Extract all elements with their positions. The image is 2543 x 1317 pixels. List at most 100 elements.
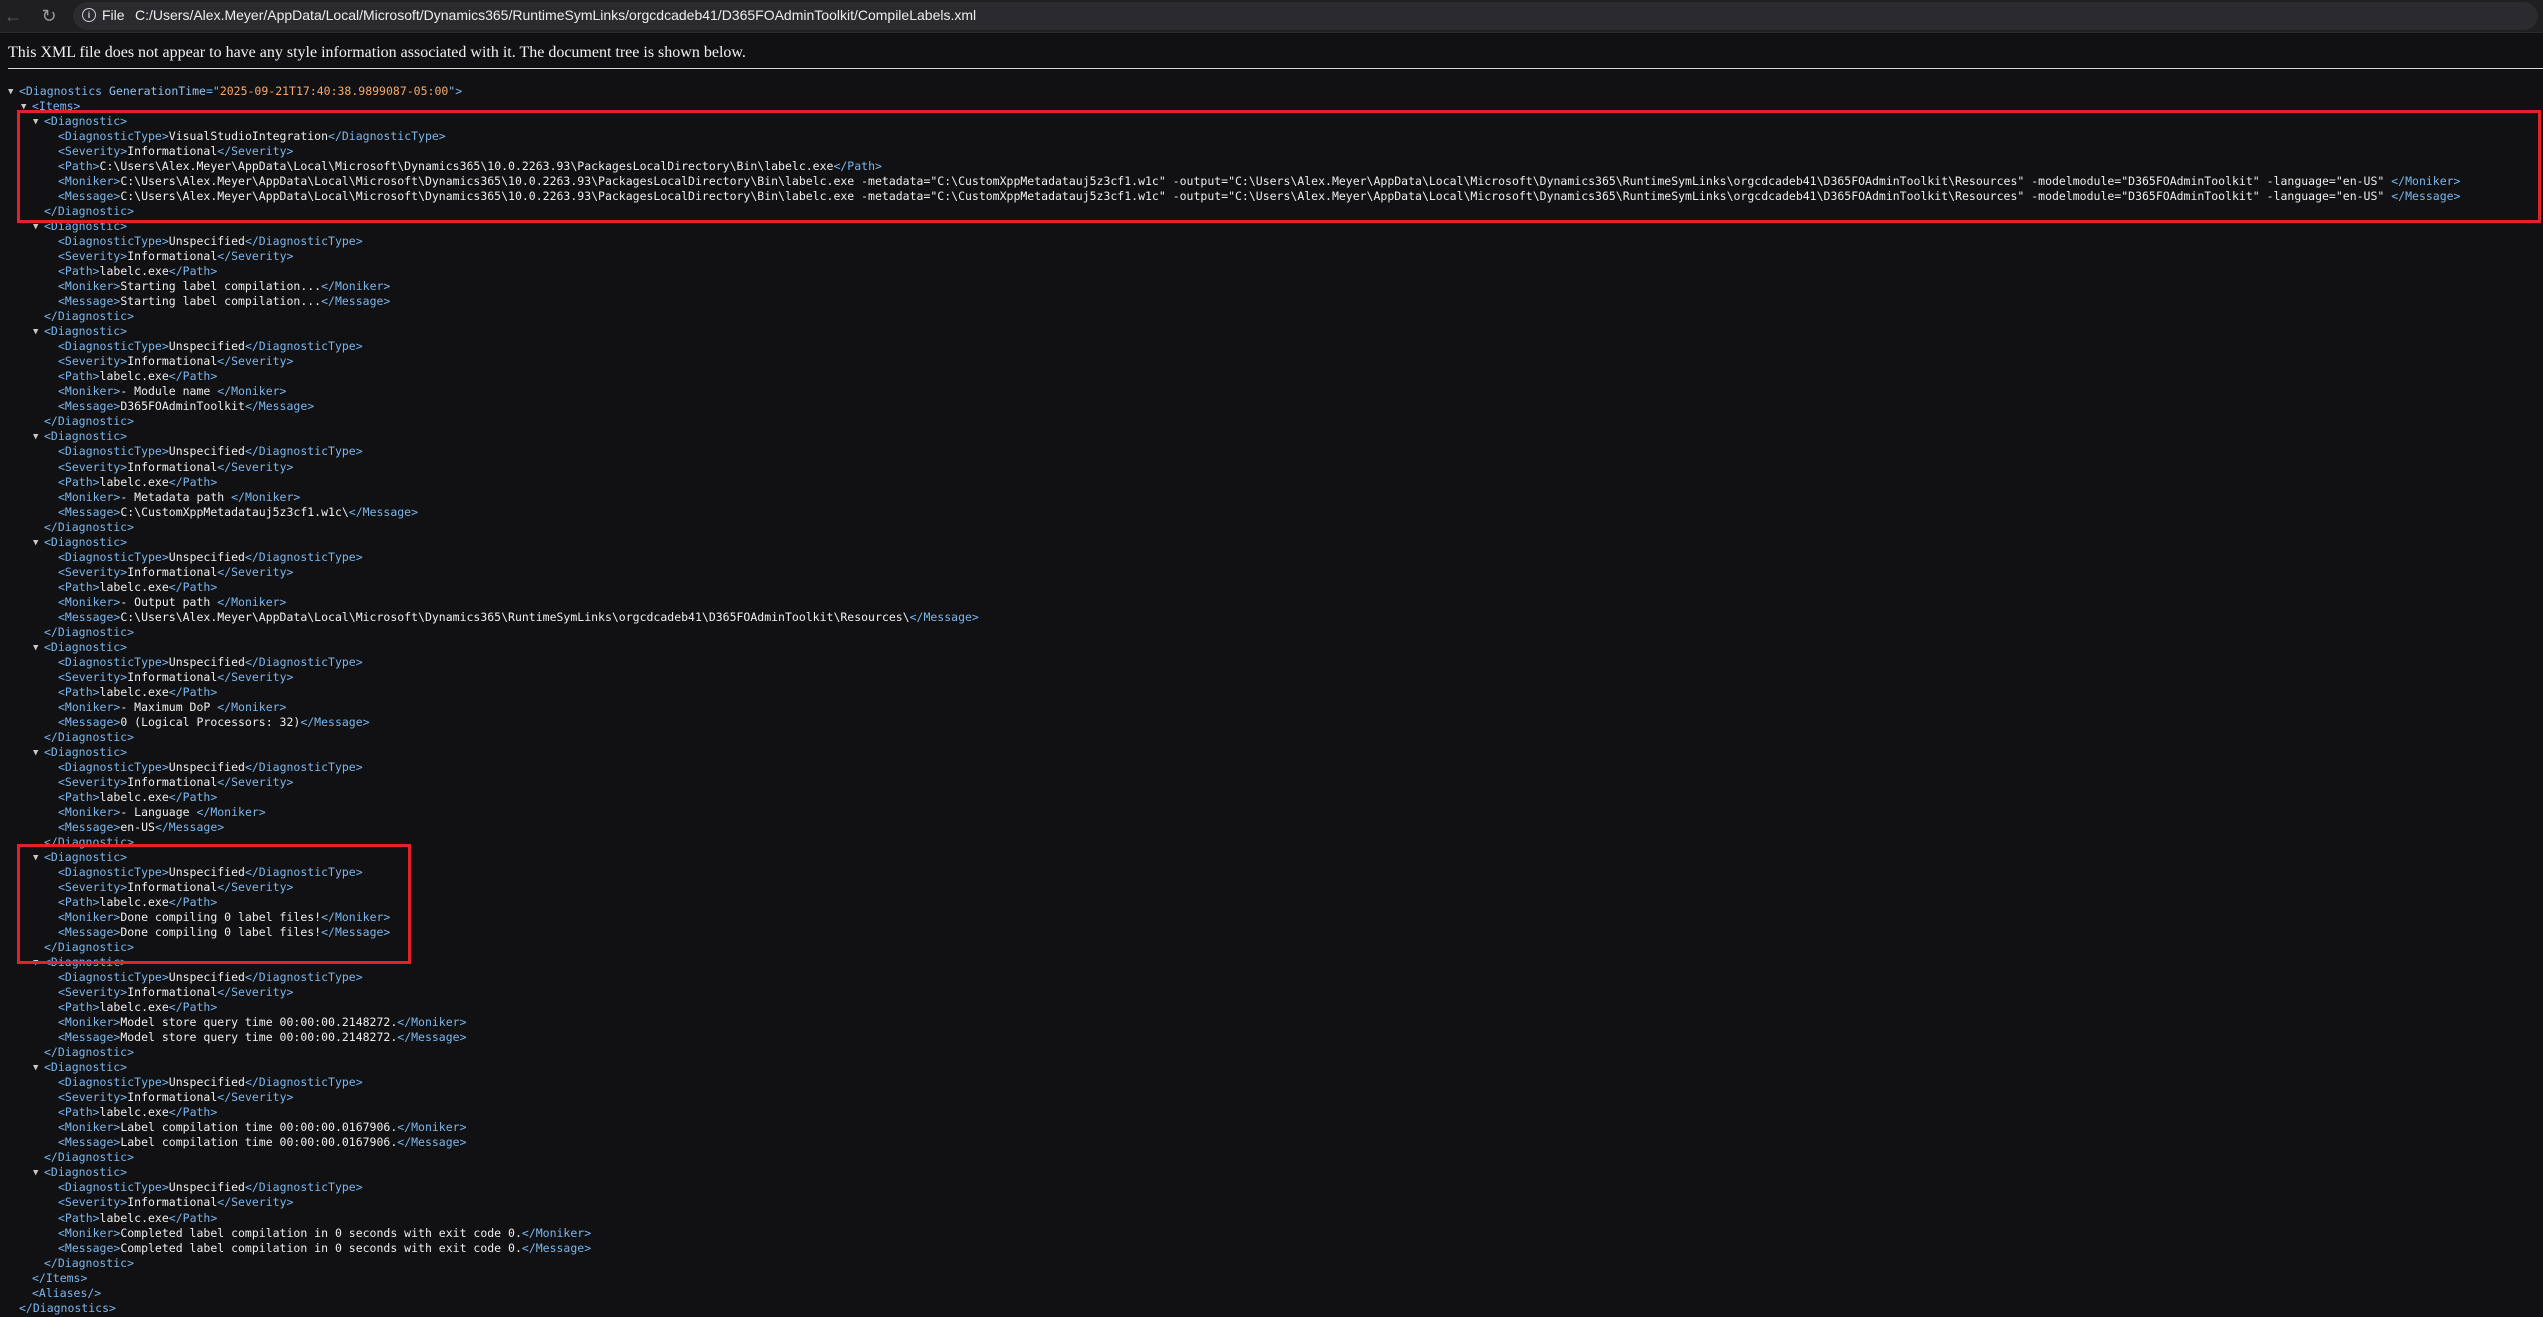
xml-line-path: <Path>labelc.exe</Path> xyxy=(58,684,218,699)
xml-line-diagnostic-close: </Diagnostic> xyxy=(44,520,134,535)
diagnostic-diagnostictype-value: VisualStudioIntegration xyxy=(168,129,329,144)
diagnostic-path-value: labelc.exe xyxy=(99,369,169,384)
diagnostic-close-tag: </Diagnostic> xyxy=(44,835,135,849)
xml-line-diagnostictype: <DiagnosticType>Unspecified</DiagnosticT… xyxy=(58,654,363,669)
xml-line-message: <Message>C:\Users\Alex.Meyer\AppData\Loc… xyxy=(58,609,979,624)
diagnostic-open-tag: <Diagnostic> xyxy=(44,1165,128,1180)
back-arrow-icon[interactable]: ← xyxy=(2,5,24,27)
collapse-triangle-icon[interactable]: ▼ xyxy=(33,1063,43,1073)
diagnostic-diagnostictype-value: Unspecified xyxy=(168,1180,245,1195)
collapse-triangle-icon[interactable]: ▼ xyxy=(33,958,43,968)
xml-line-diagnostic-close: </Diagnostic> xyxy=(44,1150,134,1165)
collapse-triangle-icon[interactable]: ▼ xyxy=(33,117,43,127)
diagnostic-open-tag: <Diagnostic> xyxy=(44,744,128,759)
collapse-triangle-icon[interactable]: ▼ xyxy=(8,87,18,97)
xml-line-path: <Path>labelc.exe</Path> xyxy=(58,1105,218,1120)
xml-line-message: <Message>Model store query time 00:00:00… xyxy=(58,1030,467,1045)
collapse-triangle-icon[interactable]: ▼ xyxy=(33,222,43,232)
xml-line-moniker: <Moniker>Label compilation time 00:00:00… xyxy=(58,1120,467,1135)
diagnostic-close-tag: </Diagnostic> xyxy=(44,1255,135,1270)
xml-line-diagnostictype: <DiagnosticType>Unspecified</DiagnosticT… xyxy=(58,444,363,459)
diagnostic-close-tag: </Diagnostic> xyxy=(44,309,135,324)
diagnostic-diagnostictype-value: Unspecified xyxy=(168,654,245,669)
xml-line-moniker: <Moniker>- Maximum DoP </Moniker> xyxy=(58,699,287,714)
diagnostic-moniker-value: Starting label compilation... xyxy=(120,279,322,294)
xml-line-severity: <Severity>Informational</Severity> xyxy=(58,880,294,895)
diagnostic-message-value: en-US xyxy=(120,819,155,834)
xml-line-diagnostictype: <DiagnosticType>Unspecified</DiagnosticT… xyxy=(58,1075,363,1090)
xml-line-message: <Message>D365FOAdminToolkit</Message> xyxy=(58,399,315,414)
xml-line-diagnostic-open: <Diagnostic> xyxy=(44,850,127,865)
xml-line-items-close: </Items> xyxy=(32,1271,87,1286)
xml-line-diagnostic-open: <Diagnostic> xyxy=(44,114,127,129)
xml-line-diagnostic-close: </Diagnostic> xyxy=(44,1256,134,1271)
diagnostic-severity-value: Informational xyxy=(127,1090,218,1105)
diagnostic-open-tag: <Diagnostic> xyxy=(44,1060,128,1075)
diagnostic-message-value: C:\CustomXppMetadatauj5z3cf1.w1c\ xyxy=(120,504,349,519)
diagnostic-path-value: labelc.exe xyxy=(99,264,169,279)
xml-line-severity: <Severity>Informational</Severity> xyxy=(58,354,294,369)
collapse-triangle-icon[interactable]: ▼ xyxy=(33,1168,43,1178)
browser-toolbar: ← ↻ i File C:/Users/Alex.Meyer/AppData/L… xyxy=(0,0,2543,33)
diagnostic-diagnostictype-value: Unspecified xyxy=(168,759,245,774)
xml-line-message: <Message>Label compilation time 00:00:00… xyxy=(58,1135,467,1150)
diagnostic-message-value: Starting label compilation... xyxy=(120,294,322,309)
diagnostic-message-value: D365FOAdminToolkit xyxy=(120,399,245,414)
xml-line-message: <Message>Done compiling 0 label files!</… xyxy=(58,925,391,940)
xml-line-message: <Message>en-US</Message> xyxy=(58,819,225,834)
xml-line-severity: <Severity>Informational</Severity> xyxy=(58,669,294,684)
xml-line-message: <Message>C:\CustomXppMetadatauj5z3cf1.w1… xyxy=(58,504,419,519)
diagnostic-moniker-value: - Output path xyxy=(120,594,218,609)
diagnostic-path-value: labelc.exe xyxy=(99,684,169,699)
xml-line-path: <Path>labelc.exe</Path> xyxy=(58,369,218,384)
collapse-triangle-icon[interactable]: ▼ xyxy=(33,748,43,758)
diagnostic-path-value: labelc.exe xyxy=(99,474,169,489)
diagnostic-message-value: 0 (Logical Processors: 32) xyxy=(120,714,301,729)
xml-line-message: <Message>0 (Logical Processors: 32)</Mes… xyxy=(58,714,370,729)
file-scheme-label[interactable]: File xyxy=(102,7,125,23)
collapse-triangle-icon[interactable]: ▼ xyxy=(33,643,43,653)
diagnostic-close-tag: </Diagnostic> xyxy=(44,1150,135,1165)
diagnostic-message-value: C:\Users\Alex.Meyer\AppData\Local\Micros… xyxy=(120,609,910,624)
diagnostic-moniker-value: - Language xyxy=(120,804,197,819)
collapse-triangle-icon[interactable]: ▼ xyxy=(33,432,43,442)
diagnostic-severity-value: Informational xyxy=(127,144,218,159)
diagnostic-close-tag: </Diagnostic> xyxy=(44,204,135,219)
xml-line-severity: <Severity>Informational</Severity> xyxy=(58,144,294,159)
collapse-triangle-icon[interactable]: ▼ xyxy=(33,327,43,337)
diagnostic-diagnostictype-value: Unspecified xyxy=(168,444,245,459)
diagnostic-severity-value: Informational xyxy=(127,985,218,1000)
diagnostic-open-tag: <Diagnostic> xyxy=(44,850,128,865)
xml-line-diagnostic-open: <Diagnostic> xyxy=(44,324,127,339)
collapse-triangle-icon[interactable]: ▼ xyxy=(33,538,43,548)
diagnostic-path-value: C:\Users\Alex.Meyer\AppData\Local\Micros… xyxy=(99,159,834,174)
xml-line-diagnostictype: <DiagnosticType>Unspecified</DiagnosticT… xyxy=(58,234,363,249)
xml-line-severity: <Severity>Informational</Severity> xyxy=(58,1195,294,1210)
url-text[interactable]: C:/Users/Alex.Meyer/AppData/Local/Micros… xyxy=(135,7,976,23)
xml-line-moniker: <Moniker>Done compiling 0 label files!</… xyxy=(58,910,391,925)
diagnostic-diagnostictype-value: Unspecified xyxy=(168,234,245,249)
diagnostic-moniker-value: Label compilation time 00:00:00.0167906. xyxy=(120,1120,398,1135)
diagnostic-message-value: Done compiling 0 label files! xyxy=(120,925,322,940)
collapse-triangle-icon[interactable]: ▼ xyxy=(21,102,31,112)
diagnostic-close-tag: </Diagnostic> xyxy=(44,729,135,744)
xml-line-diagnostic-open: <Diagnostic> xyxy=(44,955,127,970)
info-icon[interactable]: i xyxy=(82,8,96,22)
xml-line-severity: <Severity>Informational</Severity> xyxy=(58,985,294,1000)
diagnostic-open-tag: <Diagnostic> xyxy=(44,534,128,549)
diagnostic-close-tag: </Diagnostic> xyxy=(44,519,135,534)
xml-line-severity: <Severity>Informational</Severity> xyxy=(58,1090,294,1105)
diagnostic-message-value: Completed label compilation in 0 seconds… xyxy=(120,1240,522,1255)
diagnostic-severity-value: Informational xyxy=(127,564,218,579)
diagnostic-open-tag: <Diagnostic> xyxy=(44,114,128,129)
xml-style-notice: This XML file does not appear to have an… xyxy=(8,44,746,61)
xml-line-message: <Message>Completed label compilation in … xyxy=(58,1240,592,1255)
diagnostic-path-value: labelc.exe xyxy=(99,789,169,804)
diagnostic-diagnostictype-value: Unspecified xyxy=(168,970,245,985)
collapse-triangle-icon[interactable]: ▼ xyxy=(33,853,43,863)
diagnostic-open-tag: <Diagnostic> xyxy=(44,219,128,234)
reload-icon[interactable]: ↻ xyxy=(38,5,60,27)
diagnostic-moniker-value: - Metadata path xyxy=(120,489,232,504)
diagnostic-severity-value: Informational xyxy=(127,1195,218,1210)
xml-line-diagnostic-open: <Diagnostic> xyxy=(44,219,127,234)
